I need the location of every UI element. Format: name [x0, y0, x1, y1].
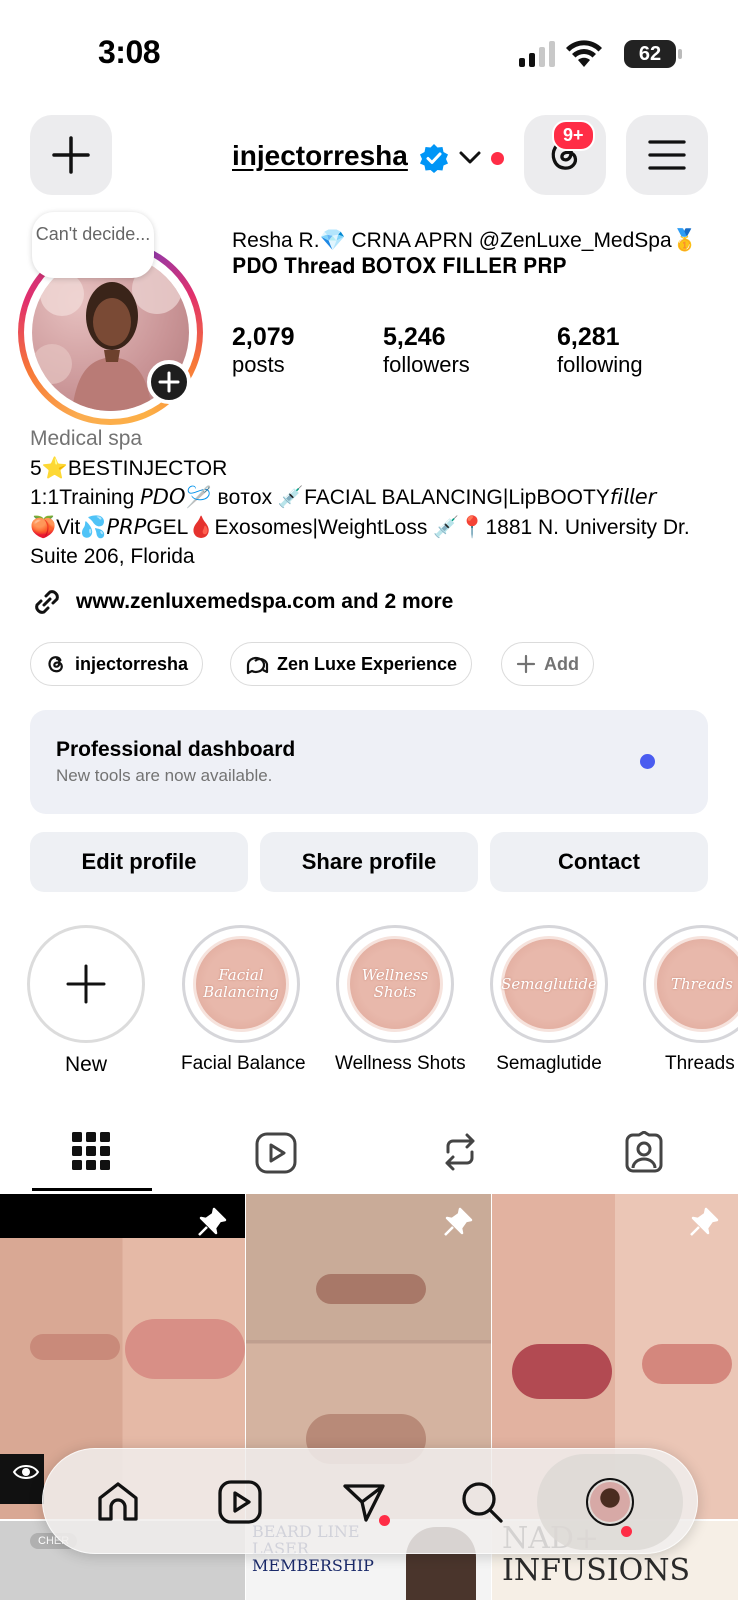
pin-icon — [444, 1207, 473, 1236]
create-button[interactable] — [30, 115, 112, 195]
stat-value: 2,079 — [232, 323, 295, 351]
active-tab-indicator — [32, 1188, 152, 1191]
chip-channel[interactable]: Zen Luxe Experience — [230, 642, 473, 686]
account-alert-dot — [491, 152, 504, 165]
nav-home[interactable] — [63, 1449, 173, 1555]
highlight-cover: Facial Balancing — [193, 936, 289, 1032]
menu-button[interactable] — [626, 115, 708, 195]
bio-line: 1:1Training 𝘗𝘋𝘖🪡 ʙᴏᴛᴏx 💉FACIAL BALANCING… — [30, 486, 657, 509]
dashboard-new-dot — [640, 754, 655, 769]
stat-value: 6,281 — [557, 323, 620, 351]
tab-tagged[interactable] — [623, 1130, 665, 1178]
eye-icon — [12, 1465, 40, 1479]
profile-category: Medical spa — [30, 427, 143, 450]
profile-alert-dot — [621, 1526, 632, 1537]
notification-badge: 9+ — [552, 120, 595, 151]
profile-note[interactable]: Can't decide... — [32, 212, 154, 278]
pin-icon — [690, 1207, 719, 1236]
plus-icon — [52, 136, 90, 174]
bio-line: 🍑Vit💦𝘗𝘙𝘗GEL🩸Exosomes|WeightLoss 💉📍1881 N… — [30, 515, 690, 569]
contact-button[interactable]: Contact — [490, 832, 708, 892]
signal-icon — [519, 41, 555, 67]
highlight-label: Threads — [665, 1053, 735, 1074]
search-icon — [462, 1482, 503, 1523]
dashboard-subtitle: New tools are now available. — [56, 766, 273, 785]
profile-link-text: www.zenluxemedspa.com and 2 more — [76, 590, 454, 613]
battery-indicator: 62 — [624, 40, 676, 68]
repost-icon — [445, 1133, 475, 1171]
share-profile-button[interactable]: Share profile — [260, 832, 478, 892]
link-icon — [35, 590, 59, 614]
reels-icon — [218, 1480, 262, 1524]
profile-display-name: Resha R.💎 CRNA APRN @ZenLuxe_MedSpa🥇𝐏𝐃𝐎 … — [232, 229, 698, 278]
stat-value: 5,246 — [383, 323, 446, 351]
highlight-cover: Wellness Shots — [347, 936, 443, 1032]
edit-profile-button[interactable]: Edit profile — [30, 832, 248, 892]
threads-icon — [48, 656, 63, 673]
stat-followers[interactable]: 5,246 followers — [383, 323, 470, 378]
highlight-new-circle — [27, 925, 145, 1043]
grid-icon — [72, 1132, 110, 1170]
nav-profile[interactable] — [537, 1454, 683, 1550]
reels-icon — [255, 1132, 297, 1174]
stat-label: posts — [232, 352, 285, 377]
tab-reels[interactable] — [255, 1132, 297, 1179]
wifi-icon — [566, 40, 602, 67]
plus-icon — [66, 964, 106, 1004]
nav-reels[interactable] — [185, 1449, 295, 1555]
profile-link[interactable]: www.zenluxemedspa.com and 2 more — [30, 585, 453, 619]
tagged-person-icon — [625, 1130, 663, 1173]
plus-icon — [158, 371, 180, 393]
highlight-cover: Semaglutide — [501, 936, 597, 1032]
messages-alert-dot — [379, 1515, 390, 1526]
chip-threads-profile[interactable]: injectorresha — [30, 642, 204, 686]
add-story-button[interactable] — [147, 360, 191, 404]
highlight-item[interactable]: Semaglutide Semaglutide — [489, 925, 609, 1075]
highlight-label: Semaglutide — [496, 1053, 602, 1074]
professional-dashboard[interactable]: Professional dashboard New tools are now… — [30, 710, 708, 814]
pin-icon — [198, 1207, 227, 1236]
home-icon — [98, 1482, 138, 1521]
highlight-new[interactable]: New — [26, 925, 146, 1077]
chevron-down-icon[interactable] — [459, 150, 481, 166]
highlight-label: Wellness Shots — [335, 1053, 466, 1074]
tab-grid[interactable] — [72, 1132, 110, 1175]
tab-reposts[interactable] — [440, 1132, 480, 1177]
stat-following[interactable]: 6,281 following — [557, 323, 643, 378]
chip-label: Zen Luxe Experience — [277, 653, 458, 674]
stat-posts[interactable]: 2,079 posts — [232, 323, 295, 378]
highlight-label: Facial Balance — [181, 1053, 306, 1074]
highlight-item[interactable]: Threads Threads — [643, 925, 738, 1075]
hamburger-icon — [648, 140, 686, 170]
highlight-cover: Threads — [654, 936, 738, 1032]
highlight-item[interactable]: Wellness Shots Wellness Shots — [335, 925, 466, 1075]
chip-label: Add — [544, 653, 579, 674]
bio-line: 5⭐️BESTINJECTOR — [30, 456, 228, 480]
highlight-item[interactable]: Facial Balancing Facial Balance — [181, 925, 306, 1075]
bottom-nav-bar — [42, 1448, 698, 1554]
nav-avatar — [586, 1478, 634, 1526]
chip-label: injectorresha — [75, 653, 189, 674]
verified-badge-icon — [420, 144, 448, 173]
chat-icon — [246, 656, 269, 675]
nav-search[interactable] — [427, 1449, 537, 1555]
chip-add[interactable]: Add — [501, 642, 594, 686]
stat-label: following — [557, 352, 643, 377]
highlight-label: New — [64, 1053, 107, 1076]
status-time: 3:08 — [98, 34, 161, 70]
nav-messages[interactable] — [309, 1449, 419, 1555]
profile-bio: Medical spa 5⭐️BESTINJECTOR 1:1Training … — [30, 424, 720, 572]
battery-nub — [678, 49, 682, 59]
profile-username[interactable]: injectorresha — [232, 140, 408, 172]
stat-label: followers — [383, 352, 470, 377]
dashboard-title: Professional dashboard — [56, 738, 296, 761]
plus-icon — [516, 654, 536, 674]
